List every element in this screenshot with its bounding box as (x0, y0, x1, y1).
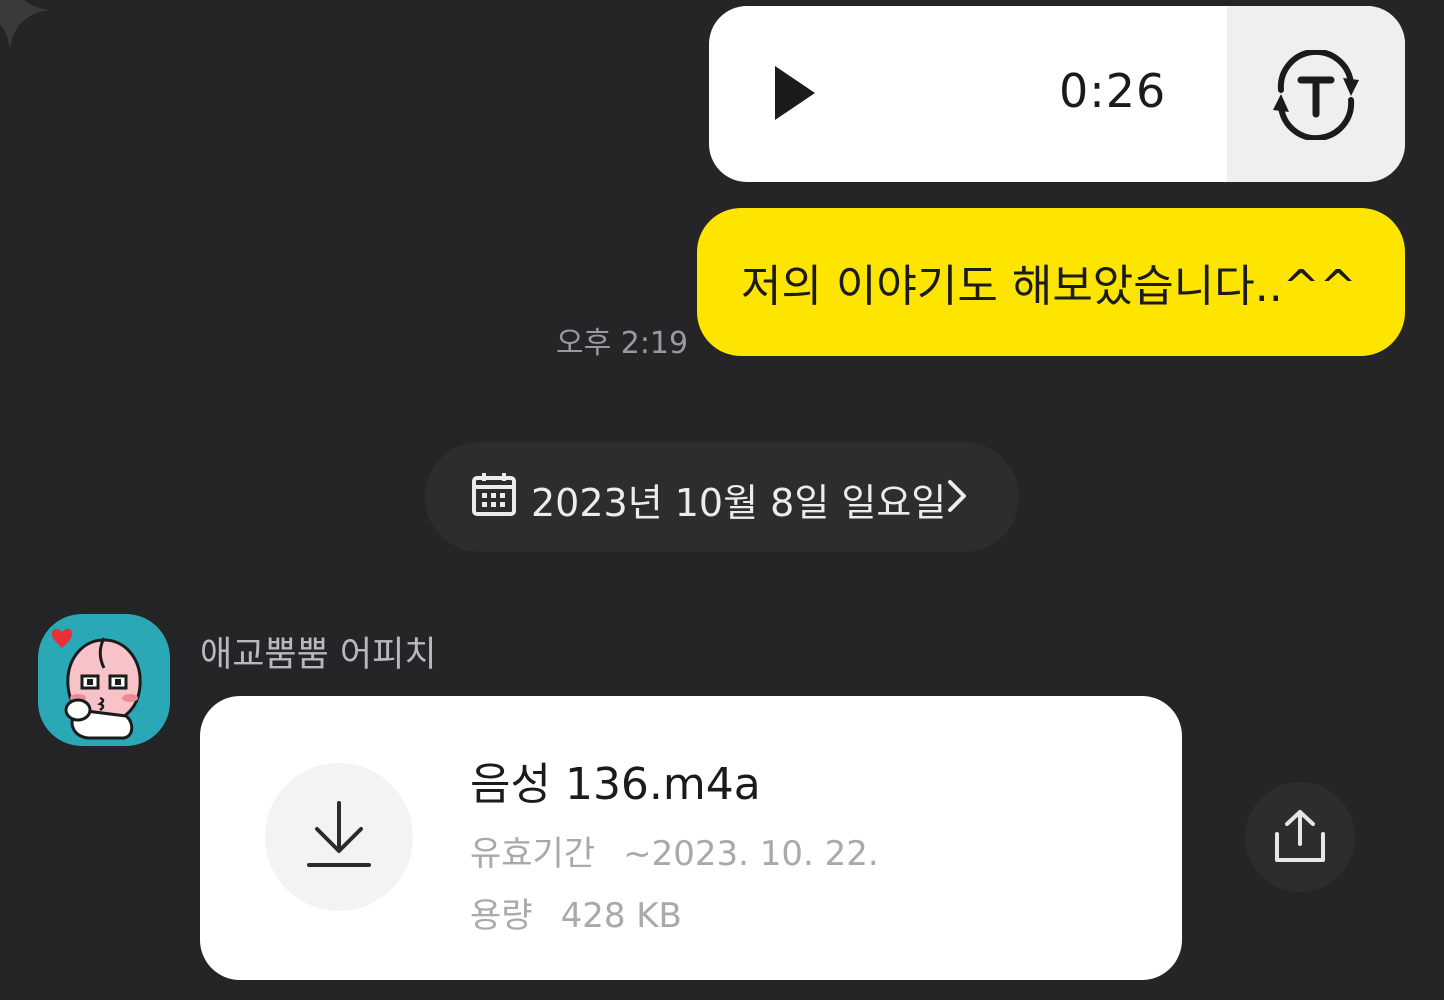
share-icon (1275, 810, 1325, 862)
sparkle-icon (0, 0, 50, 50)
message-time: 오후 2:19 (556, 326, 689, 361)
share-button[interactable] (1245, 782, 1355, 892)
expiry-value: ~2023. 10. 22. (623, 834, 879, 874)
file-expiry: 유효기간 ~2023. 10. 22. (470, 826, 879, 875)
expiry-label: 유효기간 (470, 834, 596, 874)
play-icon[interactable] (773, 64, 817, 122)
download-button[interactable] (265, 763, 413, 911)
voice-duration: 0:26 (1059, 64, 1167, 118)
calendar-icon (472, 473, 516, 516)
date-label: 2023년 10월 8일 일요일 (531, 481, 947, 525)
download-icon (307, 801, 371, 867)
sender-name: 애교뿜뿜 어피치 (200, 635, 437, 675)
file-size: 용량 428 KB (470, 888, 682, 937)
speech-to-text-button[interactable] (1227, 6, 1405, 182)
size-label: 용량 (470, 896, 533, 936)
apeach-avatar (51, 628, 142, 740)
date-divider[interactable]: 2023년 10월 8일 일요일 (425, 442, 1019, 552)
chevron-right-icon (948, 480, 966, 512)
file-message-bubble[interactable]: 음성 136.m4a 유효기간 ~2023. 10. 22. 용량 428 KB (200, 696, 1182, 980)
sender-avatar[interactable] (38, 614, 170, 746)
speech-to-text-icon (1273, 50, 1359, 140)
size-value: 428 KB (560, 896, 682, 936)
file-name: 음성 136.m4a (470, 759, 761, 810)
my-message-bubble[interactable]: 저의 이야기도 해보았습니다..^^ (697, 208, 1405, 356)
voice-message-bubble[interactable]: 0:26 (709, 6, 1405, 182)
